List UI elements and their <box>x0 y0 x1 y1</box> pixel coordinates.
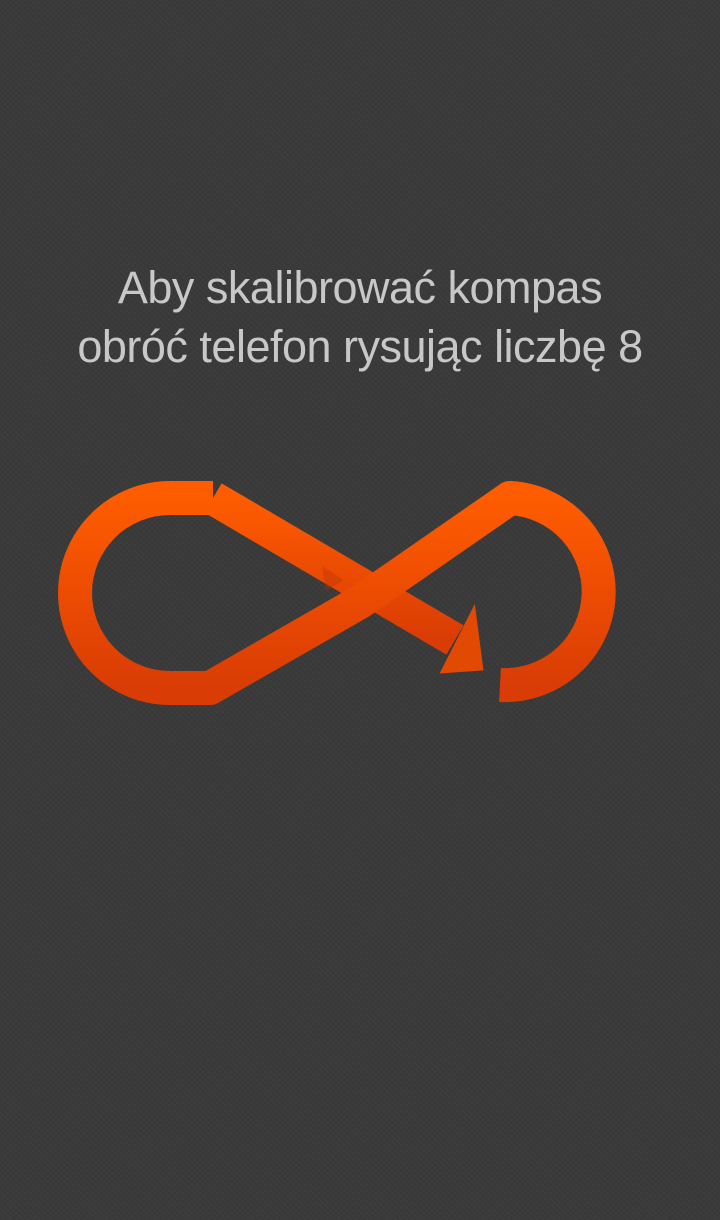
instruction-line-1: Aby skalibrować kompas <box>117 262 603 313</box>
figure-eight-loop <box>58 481 616 705</box>
compass-calibration-screen: Aby skalibrować kompas obróć telefon rys… <box>0 0 720 1220</box>
figure-eight-arrow-icon <box>58 481 616 705</box>
instruction-line-2: obróć telefon rysując liczbę 8 <box>77 321 643 372</box>
calibration-instruction: Aby skalibrować kompas obróć telefon rys… <box>0 258 720 376</box>
